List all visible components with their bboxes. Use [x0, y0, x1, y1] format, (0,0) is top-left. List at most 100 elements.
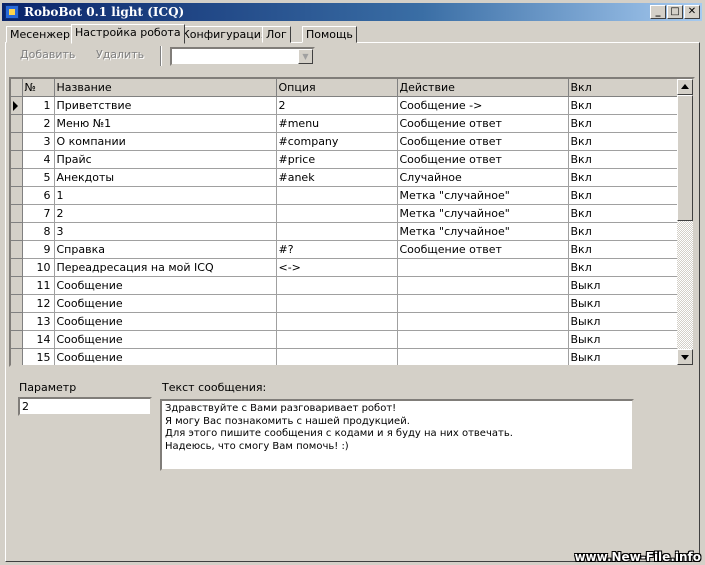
cell-option[interactable]: #price	[276, 150, 398, 169]
rules-grid[interactable]: № Название Опция Действие Вкл 1 Приветств…	[9, 77, 695, 367]
cell-enabled[interactable]: Выкл	[568, 330, 679, 349]
row-indicator-cell[interactable]	[11, 150, 23, 169]
cell-enabled[interactable]: Вкл	[568, 96, 679, 115]
row-indicator-cell[interactable]	[11, 276, 23, 295]
column-header-enabled[interactable]: Вкл	[568, 79, 679, 97]
cell-number[interactable]: 15	[22, 348, 55, 365]
cell-option[interactable]: #anek	[276, 168, 398, 187]
cell-option[interactable]	[276, 312, 398, 331]
table-row[interactable]: 15 Сообщение Выкл	[11, 348, 679, 365]
row-indicator-cell[interactable]	[11, 348, 23, 365]
cell-number[interactable]: 12	[22, 294, 55, 313]
cell-action[interactable]: Метка "случайное"	[397, 204, 569, 223]
cell-option[interactable]: #menu	[276, 114, 398, 133]
row-indicator-cell[interactable]	[11, 204, 23, 223]
cell-name[interactable]: 2	[54, 204, 277, 223]
cell-name[interactable]: Сообщение	[54, 330, 277, 349]
cell-enabled[interactable]: Выкл	[568, 294, 679, 313]
cell-action[interactable]: Сообщение ответ	[397, 240, 569, 259]
row-indicator-cell[interactable]	[11, 312, 23, 331]
cell-option[interactable]: 2	[276, 96, 398, 115]
table-row[interactable]: 8 3 Метка "случайное" Вкл	[11, 222, 679, 241]
table-row[interactable]: 4 Прайс #price Сообщение ответ Вкл	[11, 150, 679, 169]
table-row[interactable]: 2 Меню №1 #menu Сообщение ответ Вкл	[11, 114, 679, 133]
table-row[interactable]: 11 Сообщение Выкл	[11, 276, 679, 295]
cell-enabled[interactable]: Вкл	[568, 240, 679, 259]
delete-button[interactable]: Удалить	[96, 48, 144, 61]
row-indicator-cell[interactable]	[11, 168, 23, 187]
row-indicator-cell[interactable]	[11, 222, 23, 241]
cell-number[interactable]: 11	[22, 276, 55, 295]
column-header-number[interactable]: №	[22, 79, 55, 97]
row-indicator-cell[interactable]	[11, 132, 23, 151]
table-row[interactable]: 10 Переадресация на мой ICQ <-> Вкл	[11, 258, 679, 277]
cell-name[interactable]: Сообщение	[54, 348, 277, 365]
cell-action[interactable]	[397, 276, 569, 295]
maximize-button[interactable]: □	[667, 5, 683, 19]
cell-option[interactable]	[276, 330, 398, 349]
cell-option[interactable]	[276, 204, 398, 223]
cell-number[interactable]: 14	[22, 330, 55, 349]
column-header-name[interactable]: Название	[54, 79, 277, 97]
cell-enabled[interactable]: Выкл	[568, 312, 679, 331]
cell-enabled[interactable]: Вкл	[568, 132, 679, 151]
cell-number[interactable]: 5	[22, 168, 55, 187]
cell-name[interactable]: Анекдоты	[54, 168, 277, 187]
cell-action[interactable]	[397, 258, 569, 277]
scroll-down-button[interactable]	[677, 349, 693, 365]
cell-option[interactable]	[276, 186, 398, 205]
cell-option[interactable]	[276, 348, 398, 365]
cell-option[interactable]	[276, 222, 398, 241]
scroll-thumb[interactable]	[677, 95, 693, 221]
cell-action[interactable]: Случайное	[397, 168, 569, 187]
table-row[interactable]: 9 Справка #? Сообщение ответ Вкл	[11, 240, 679, 259]
cell-option[interactable]: <->	[276, 258, 398, 277]
cell-name[interactable]: Прайс	[54, 150, 277, 169]
cell-option[interactable]: #company	[276, 132, 398, 151]
chevron-down-icon[interactable]: ▼	[298, 49, 313, 64]
cell-action[interactable]: Сообщение ответ	[397, 132, 569, 151]
cell-enabled[interactable]: Выкл	[568, 276, 679, 295]
cell-name[interactable]: Справка	[54, 240, 277, 259]
table-row[interactable]: 1 Приветствие 2 Сообщение -> Вкл	[11, 96, 679, 115]
cell-enabled[interactable]: Вкл	[568, 222, 679, 241]
tab-log[interactable]: Лог	[262, 26, 291, 43]
tab-help[interactable]: Помощь	[302, 26, 357, 43]
cell-name[interactable]: Сообщение	[54, 276, 277, 295]
cell-number[interactable]: 9	[22, 240, 55, 259]
cell-action[interactable]	[397, 330, 569, 349]
tab-messenger[interactable]: Месенжер	[6, 26, 74, 43]
grid-scrollbar[interactable]	[677, 79, 693, 365]
cell-action[interactable]: Сообщение ->	[397, 96, 569, 115]
row-indicator-cell[interactable]	[11, 294, 23, 313]
row-indicator-cell[interactable]	[11, 258, 23, 277]
add-button[interactable]: Добавить	[20, 48, 75, 61]
scroll-up-button[interactable]	[677, 79, 693, 95]
column-header-action[interactable]: Действие	[397, 79, 569, 97]
cell-action[interactable]: Метка "случайное"	[397, 186, 569, 205]
message-text-area[interactable]: Здравствуйте с Вами разговаривает робот!…	[160, 399, 634, 471]
cell-option[interactable]	[276, 276, 398, 295]
cell-enabled[interactable]: Выкл	[568, 348, 679, 365]
table-row[interactable]: 14 Сообщение Выкл	[11, 330, 679, 349]
cell-action[interactable]	[397, 312, 569, 331]
cell-enabled[interactable]: Вкл	[568, 186, 679, 205]
cell-enabled[interactable]: Вкл	[568, 258, 679, 277]
tab-configuration[interactable]: Конфигурация	[178, 26, 272, 43]
cell-name[interactable]: Приветствие	[54, 96, 277, 115]
tab-robot-settings[interactable]: Настройка робота	[71, 24, 185, 44]
table-row[interactable]: 13 Сообщение Выкл	[11, 312, 679, 331]
cell-enabled[interactable]: Вкл	[568, 114, 679, 133]
cell-name[interactable]: Переадресация на мой ICQ	[54, 258, 277, 277]
row-indicator-cell[interactable]	[11, 330, 23, 349]
cell-option[interactable]: #?	[276, 240, 398, 259]
minimize-button[interactable]: _	[650, 5, 666, 19]
cell-action[interactable]	[397, 348, 569, 365]
cell-name[interactable]: О компании	[54, 132, 277, 151]
cell-action[interactable]: Сообщение ответ	[397, 114, 569, 133]
row-indicator-cell[interactable]	[11, 186, 23, 205]
cell-action[interactable]: Метка "случайное"	[397, 222, 569, 241]
cell-action[interactable]	[397, 294, 569, 313]
cell-number[interactable]: 10	[22, 258, 55, 277]
column-header-option[interactable]: Опция	[276, 79, 398, 97]
